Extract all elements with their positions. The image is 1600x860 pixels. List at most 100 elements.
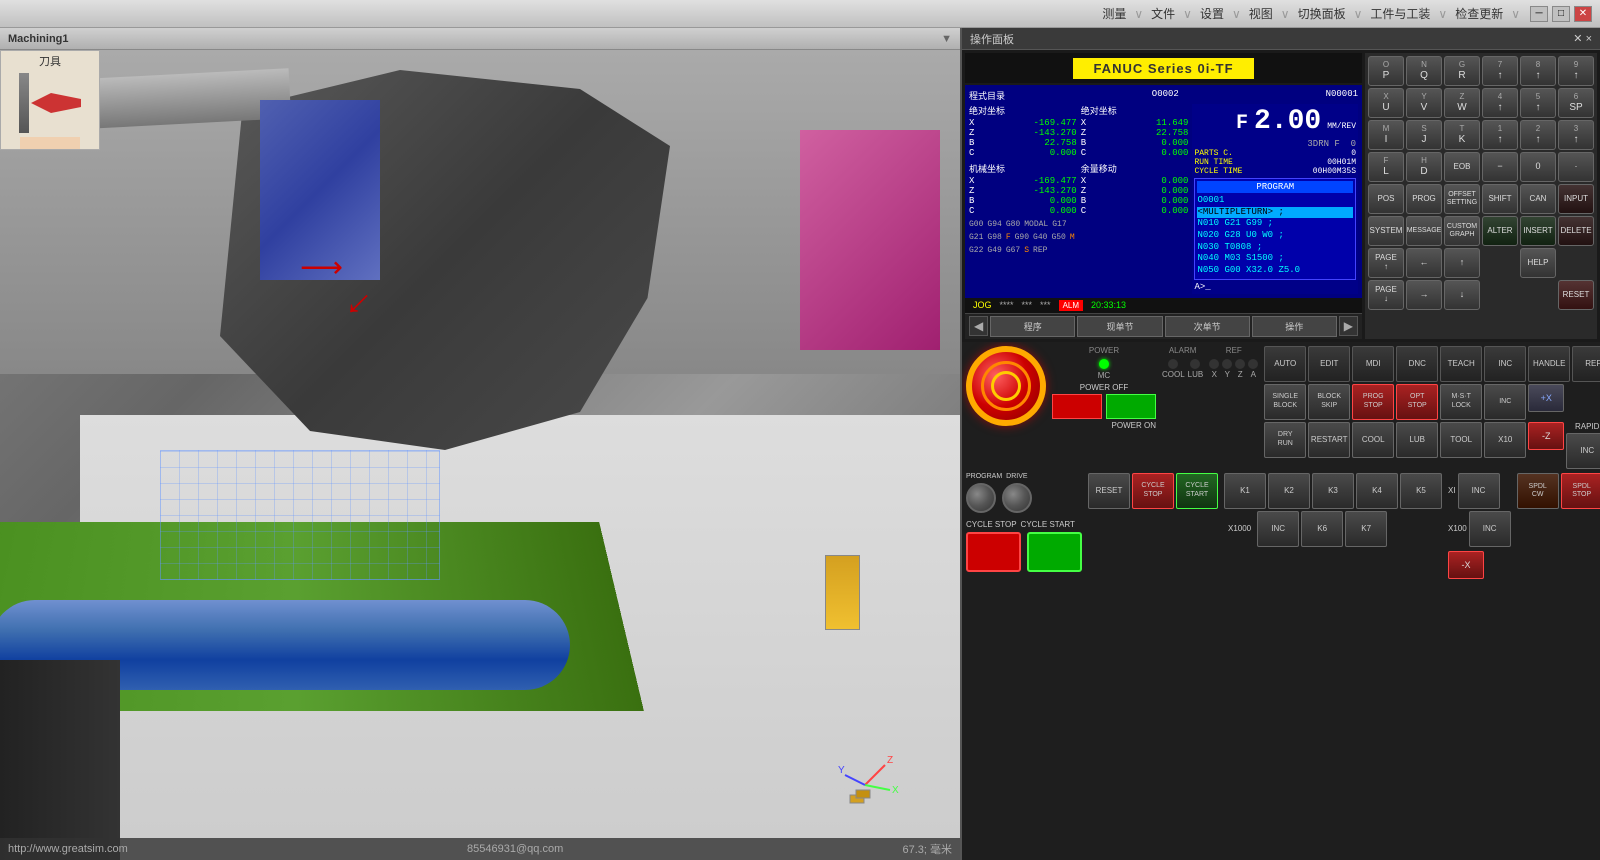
menu-measure[interactable]: 测量 <box>1096 3 1132 24</box>
key-system[interactable]: SYSTEM <box>1368 216 1404 246</box>
key-z[interactable]: ZW <box>1444 88 1480 118</box>
key-s[interactable]: SJ <box>1406 120 1442 150</box>
axis-plus-x[interactable]: +X <box>1528 384 1564 412</box>
program-round-button[interactable] <box>966 483 996 513</box>
k2-button[interactable]: K2 <box>1268 473 1310 509</box>
key-7[interactable]: 7↑ <box>1482 56 1518 86</box>
k7-button[interactable]: K7 <box>1345 511 1387 547</box>
func-block-skip[interactable]: BLOCKSKIP <box>1308 384 1350 420</box>
key-arrow-up[interactable]: ↑ <box>1444 248 1480 278</box>
key-m[interactable]: MI <box>1368 120 1404 150</box>
key-x[interactable]: XU <box>1368 88 1404 118</box>
key-n[interactable]: NQ <box>1406 56 1442 86</box>
key-custom-graph[interactable]: CUSTOMGRAPH <box>1444 216 1480 246</box>
key-shift[interactable]: SHIFT <box>1482 184 1518 214</box>
k1-button[interactable]: K1 <box>1224 473 1266 509</box>
key-help[interactable]: HELP <box>1520 248 1556 278</box>
softkey-single-block[interactable]: 现单节 <box>1077 316 1162 337</box>
maximize-button[interactable]: □ <box>1552 6 1570 22</box>
menu-check-update[interactable]: 检查更新 <box>1449 3 1509 24</box>
func-cool[interactable]: COOL <box>1352 422 1394 458</box>
key-arrow-down[interactable]: ↓ <box>1444 280 1480 310</box>
func-tool[interactable]: TOOL <box>1440 422 1482 458</box>
key-offset[interactable]: OFFSETSETTING <box>1444 184 1480 214</box>
softkey-program[interactable]: 程序 <box>990 316 1075 337</box>
func-prog-stop[interactable]: PROGSTOP <box>1352 384 1394 420</box>
func-restart[interactable]: RESTART <box>1308 422 1350 458</box>
key-4[interactable]: 4↑ <box>1482 88 1518 118</box>
input-line[interactable]: A>_ <box>1194 282 1356 292</box>
key-t[interactable]: TK <box>1444 120 1480 150</box>
minimize-button[interactable]: ─ <box>1530 6 1548 22</box>
mode-teach[interactable]: TEACH <box>1440 346 1482 382</box>
key-alter[interactable]: ALTER <box>1482 216 1518 246</box>
mode-auto[interactable]: AUTO <box>1264 346 1306 382</box>
power-on-button[interactable] <box>1106 394 1156 419</box>
func-lub[interactable]: LUB <box>1396 422 1438 458</box>
key-1[interactable]: 1↑ <box>1482 120 1518 150</box>
key-pos[interactable]: POS <box>1368 184 1404 214</box>
func-opt-stop[interactable]: OPTSTOP <box>1396 384 1438 420</box>
key-0[interactable]: 0 <box>1520 152 1556 182</box>
emergency-stop-button[interactable] <box>966 346 1046 426</box>
func-x10[interactable]: X10 <box>1484 422 1526 458</box>
spdl-stop-button[interactable]: SPDLSTOP <box>1561 473 1600 509</box>
k4-button[interactable]: K4 <box>1356 473 1398 509</box>
k3-button[interactable]: K3 <box>1312 473 1354 509</box>
key-prog[interactable]: PROG <box>1406 184 1442 214</box>
key-reset[interactable]: RESET <box>1558 280 1594 310</box>
softkey-prev[interactable]: ◀ <box>969 316 988 336</box>
menu-file[interactable]: 文件 <box>1145 3 1181 24</box>
key-5[interactable]: 5↑ <box>1520 88 1556 118</box>
func-inc2[interactable]: INC <box>1566 433 1600 469</box>
axis-minus-x[interactable]: -X <box>1448 551 1484 579</box>
axis-minus-z[interactable]: -Z <box>1528 422 1564 450</box>
key-insert[interactable]: INSERT <box>1520 216 1556 246</box>
func-inc[interactable]: INC <box>1484 384 1526 420</box>
key-3[interactable]: 3↑ <box>1558 120 1594 150</box>
cycle-start-button[interactable] <box>1027 532 1082 572</box>
func-reset[interactable]: RESET <box>1088 473 1130 509</box>
softkey-next[interactable]: ▶ <box>1339 316 1358 336</box>
cnc-panel-close[interactable]: ✕ × <box>1573 32 1592 45</box>
key-page-up[interactable]: PAGE↑ <box>1368 248 1404 278</box>
menu-workpiece[interactable]: 工件与工装 <box>1364 3 1436 24</box>
key-message[interactable]: MESSAGE <box>1406 216 1442 246</box>
key-arrow-left[interactable]: ← <box>1406 248 1442 278</box>
func-single-block[interactable]: SINGLEBLOCK <box>1264 384 1306 420</box>
mode-dnc[interactable]: DNC <box>1396 346 1438 382</box>
mode-handle[interactable]: HANDLE <box>1528 346 1570 382</box>
func-cycle-stop2[interactable]: CYCLESTOP <box>1132 473 1174 509</box>
menu-settings[interactable]: 设置 <box>1194 3 1230 24</box>
key-delete[interactable]: DELETE <box>1558 216 1594 246</box>
key-2[interactable]: 2↑ <box>1520 120 1556 150</box>
mode-ref[interactable]: REF <box>1572 346 1600 382</box>
menu-view[interactable]: 视图 <box>1243 3 1279 24</box>
key-arrow-right[interactable]: → <box>1406 280 1442 310</box>
key-8[interactable]: 8↑ <box>1520 56 1556 86</box>
cycle-stop-button[interactable] <box>966 532 1021 572</box>
softkey-next-block[interactable]: 次单节 <box>1165 316 1250 337</box>
mode-edit[interactable]: EDIT <box>1308 346 1350 382</box>
mode-inc[interactable]: INC <box>1484 346 1526 382</box>
key-eob[interactable]: EOB <box>1444 152 1480 182</box>
close-button[interactable]: ✕ <box>1574 6 1592 22</box>
viewport-arrow[interactable]: ▼ <box>941 33 952 45</box>
softkey-operate[interactable]: 操作 <box>1252 316 1337 337</box>
func-x1000-inc[interactable]: INC <box>1257 511 1299 547</box>
key-h[interactable]: HD <box>1406 152 1442 182</box>
func-mst-lock[interactable]: M·S·TLOCK <box>1440 384 1482 420</box>
key-input[interactable]: INPUT <box>1558 184 1594 214</box>
menu-switch-panel[interactable]: 切换面板 <box>1292 3 1352 24</box>
k6-button[interactable]: K6 <box>1301 511 1343 547</box>
key-page-down[interactable]: PAGE↓ <box>1368 280 1404 310</box>
key-f[interactable]: FL <box>1368 152 1404 182</box>
key-6[interactable]: 6SP <box>1558 88 1594 118</box>
func-cycle-start2[interactable]: CYCLESTART <box>1176 473 1218 509</box>
k5-button[interactable]: K5 <box>1400 473 1442 509</box>
key-o[interactable]: OP <box>1368 56 1404 86</box>
power-off-button[interactable] <box>1052 394 1102 419</box>
mode-mdi[interactable]: MDI <box>1352 346 1394 382</box>
key-dot[interactable]: · <box>1558 152 1594 182</box>
spdl-cw-button[interactable]: SPDLCW <box>1517 473 1559 509</box>
